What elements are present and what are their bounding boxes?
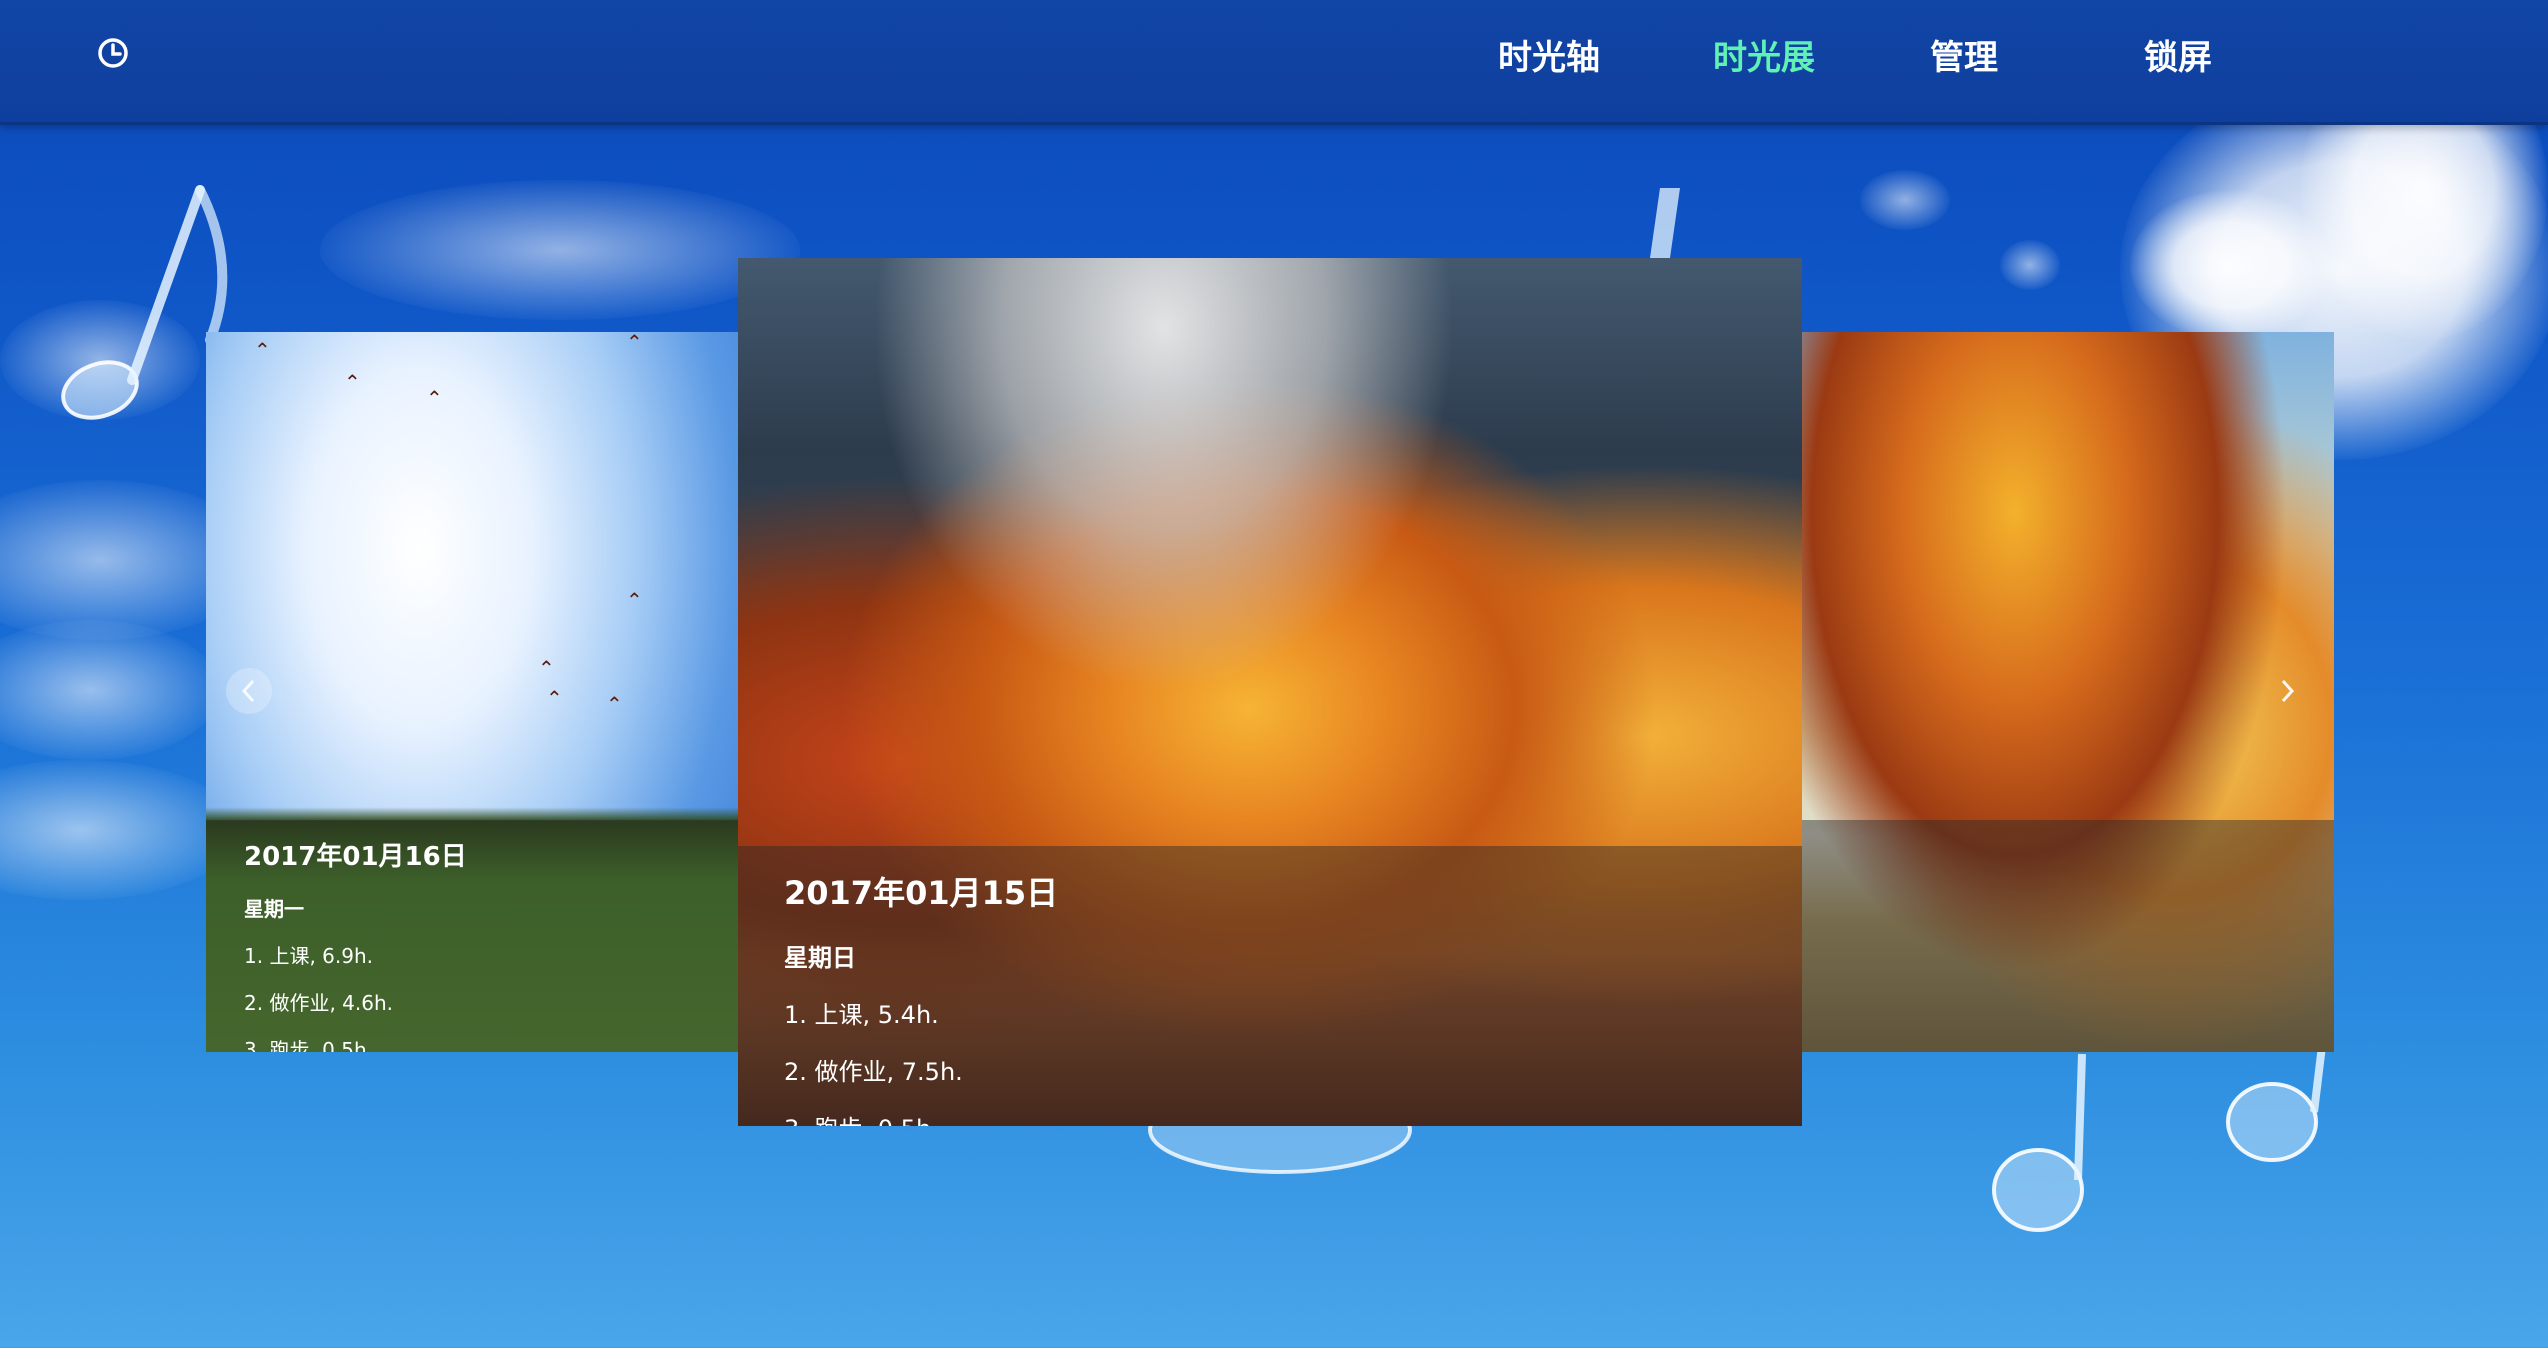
nav-lock-screen[interactable]: 锁屏 — [2144, 0, 2212, 116]
music-note-icon — [2226, 1045, 2326, 1162]
bird-icon: ⌃ — [538, 656, 555, 680]
caption-item: 2. 做作业, 7.5h. — [784, 1058, 963, 1086]
background-cloud — [1860, 170, 1950, 230]
slide-card-left[interactable]: ⌃ ⌃ ⌃ ⌃ ⌃ ⌃ ⌃ ⌃ 2017年01月16日 星期一 1. 上课, 6… — [206, 332, 738, 1052]
background-cloud — [0, 760, 240, 900]
slide-card-center[interactable]: 2017年01月15日 星期日 1. 上课, 5.4h. 2. 做作业, 7.5… — [738, 258, 1802, 1126]
background-cloud — [2000, 240, 2060, 290]
caption-item: 2. 做作业, 4.6h. — [244, 991, 393, 1015]
background-cloud — [0, 620, 220, 760]
caption-item: 3. 跑步, 0.5h. — [244, 1038, 373, 1052]
carousel-prev-button[interactable] — [226, 668, 272, 714]
bird-icon: ⌃ — [546, 686, 563, 710]
chevron-left-icon — [241, 679, 255, 703]
music-note-icon — [1992, 1053, 2086, 1232]
caption-date: 2017年01月16日 — [244, 842, 467, 872]
bird-icon: ⌃ — [626, 332, 643, 354]
slide-caption: 2017年01月16日 星期一 1. 上课, 6.9h. 2. 做作业, 4.6… — [206, 820, 738, 1052]
caption-weekday: 星期日 — [784, 944, 856, 972]
slide-caption: 2017年01月15日 星期日 1. 上课, 5.4h. 2. 做作业, 7.5… — [738, 846, 1802, 1126]
bird-icon: ⌃ — [626, 588, 643, 612]
slide-caption — [1802, 820, 2334, 1052]
caption-item: 1. 上课, 6.9h. — [244, 944, 373, 968]
caption-item: 1. 上课, 5.4h. — [784, 1001, 939, 1029]
slide-card-right[interactable] — [1802, 332, 2334, 1052]
caption-weekday: 星期一 — [244, 897, 304, 921]
clock-icon[interactable] — [96, 36, 130, 70]
background-cloud — [0, 300, 200, 420]
carousel-next-button[interactable] — [2264, 668, 2310, 714]
caption-item: 3. 跑步, 0.5h. — [784, 1109, 1756, 1126]
caption-date: 2017年01月15日 — [784, 874, 1059, 912]
bird-icon: ⌃ — [254, 338, 271, 362]
background-cloud — [2130, 190, 2330, 340]
bird-icon: ⌃ — [606, 692, 623, 716]
bird-icon: ⌃ — [344, 370, 361, 394]
top-navigation-bar: 时光轴 时光展 管理 锁屏 — [0, 0, 2548, 125]
nav-timeline[interactable]: 时光轴 — [1498, 0, 1600, 116]
nav-manage[interactable]: 管理 — [1930, 0, 1998, 116]
nav-time-exhibition[interactable]: 时光展 — [1713, 0, 1815, 116]
music-note-icon — [1650, 188, 1680, 258]
background-cloud — [320, 180, 800, 320]
chevron-right-icon — [2281, 679, 2295, 703]
bird-icon: ⌃ — [426, 386, 443, 410]
